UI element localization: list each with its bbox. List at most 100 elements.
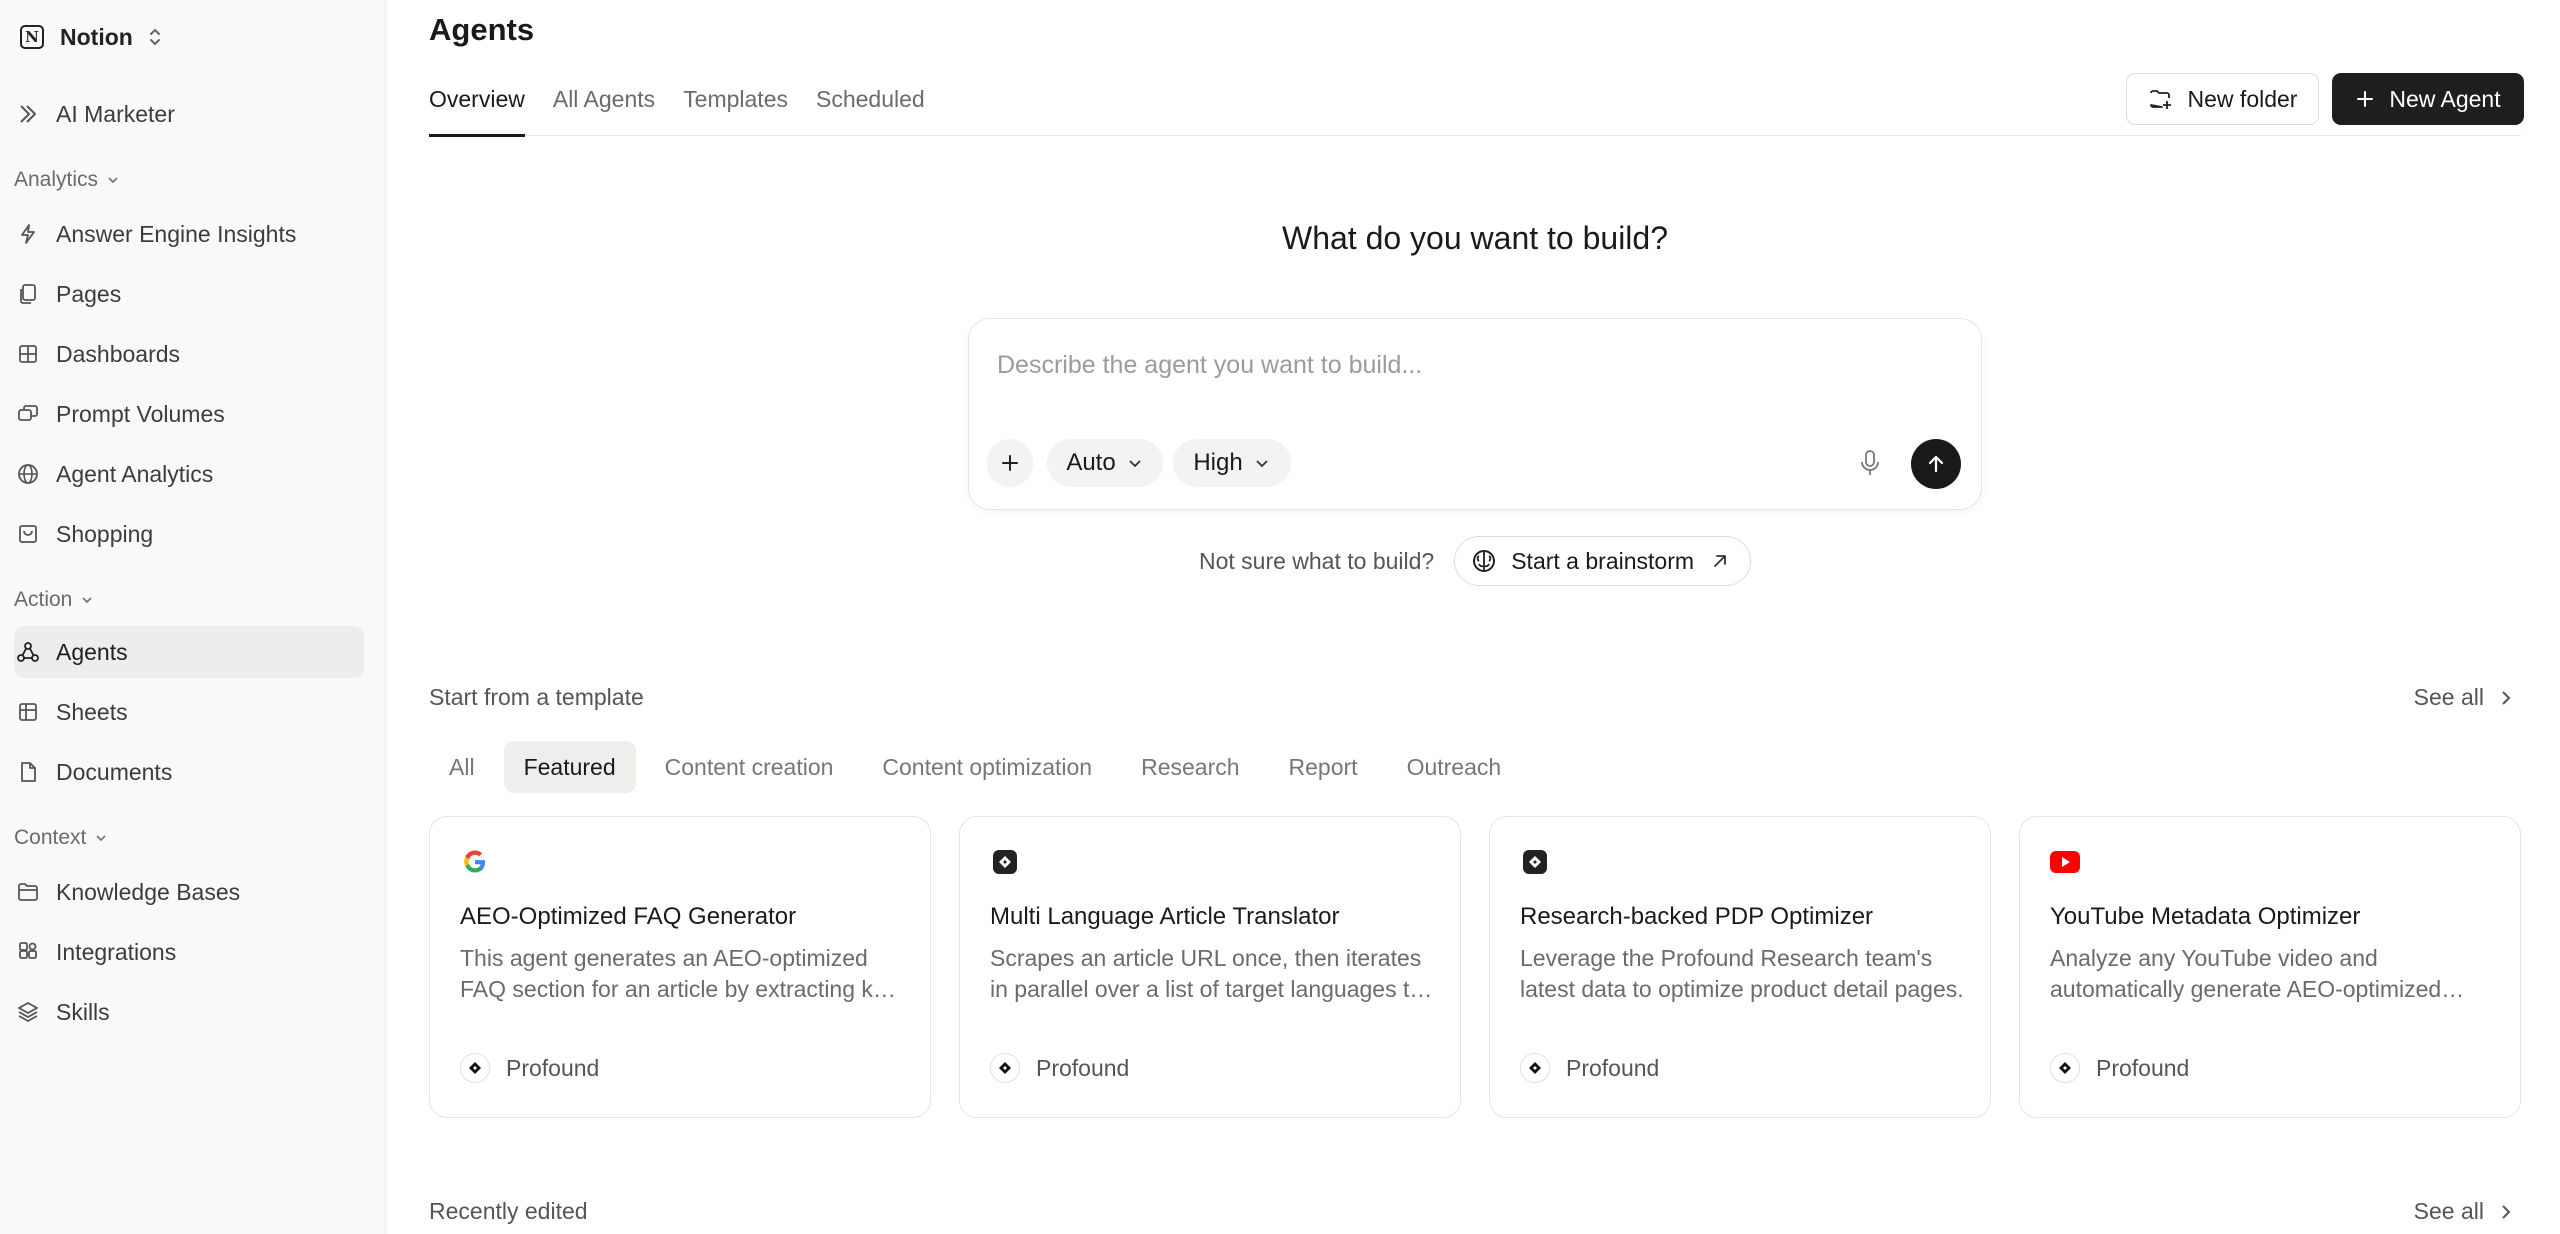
- sidebar-item-label: AI Marketer: [56, 100, 175, 127]
- template-filter-chips: All Featured Content creation Content op…: [429, 741, 1530, 793]
- sidebar-item-knowledge-bases[interactable]: Knowledge Bases: [14, 866, 364, 918]
- filter-chip-all[interactable]: All: [429, 741, 495, 793]
- filter-chip-content-optimization[interactable]: Content optimization: [862, 741, 1112, 793]
- section-header-context[interactable]: Context: [14, 826, 108, 850]
- template-card-title: YouTube Metadata Optimizer: [2050, 903, 2361, 930]
- layers-icon: [14, 998, 42, 1026]
- chat-icon: [14, 400, 42, 428]
- sidebar-item-prompt-volumes[interactable]: Prompt Volumes: [14, 388, 364, 440]
- sidebar-item-label: Skills: [56, 998, 110, 1025]
- filter-chip-research[interactable]: Research: [1121, 741, 1259, 793]
- sidebar-item-ai-marketer[interactable]: AI Marketer: [14, 88, 364, 140]
- effort-select-value: High: [1193, 449, 1243, 476]
- template-card-description: Leverage the Profound Research team's la…: [1520, 945, 1964, 1002]
- profound-icon: [1520, 847, 1550, 877]
- filter-chip-content-creation[interactable]: Content creation: [645, 741, 854, 793]
- folder-plus-icon: [2149, 90, 2171, 109]
- sidebar-item-label: Pages: [56, 280, 122, 307]
- filter-chip-outreach[interactable]: Outreach: [1387, 741, 1522, 793]
- filter-chip-report[interactable]: Report: [1269, 741, 1378, 793]
- start-brainstorm-label: Start a brainstorm: [1511, 547, 1695, 574]
- template-card-title: Research-backed PDP Optimizer: [1520, 903, 1874, 930]
- sidebar-item-skills[interactable]: Skills: [14, 986, 364, 1038]
- template-card[interactable]: Research-backed PDP Optimizer Leverage t…: [1489, 816, 1991, 1118]
- sidebar-item-sheets[interactable]: Sheets: [14, 686, 364, 738]
- section-header-analytics[interactable]: Analytics: [14, 168, 120, 192]
- sidebar-item-pages[interactable]: Pages: [14, 268, 364, 320]
- effort-select[interactable]: High: [1173, 439, 1291, 487]
- author-name: Profound: [506, 1054, 600, 1081]
- chevron-down-icon: [82, 597, 93, 604]
- profound-icon: [1520, 1053, 1550, 1083]
- filter-chip-featured[interactable]: Featured: [503, 741, 636, 793]
- sidebar-item-label: Dashboards: [56, 340, 181, 367]
- templates-see-all-link[interactable]: See all: [2414, 684, 2514, 711]
- sidebar-item-documents[interactable]: Documents: [14, 746, 364, 798]
- template-card-author: Profound: [990, 1053, 1129, 1083]
- chevron-down-icon: [1256, 460, 1268, 468]
- sidebar-item-shopping[interactable]: Shopping: [14, 508, 364, 560]
- sidebar-item-integrations[interactable]: Integrations: [14, 926, 364, 978]
- new-folder-label: New folder: [2187, 85, 2298, 112]
- arrow-up-icon: [1928, 455, 1944, 473]
- author-name: Profound: [1036, 1054, 1130, 1081]
- notion-logo-icon: N: [20, 25, 44, 49]
- send-button[interactable]: [1911, 439, 1961, 489]
- new-agent-label: New Agent: [2389, 85, 2501, 112]
- sidebar-item-agents[interactable]: Agents: [14, 626, 364, 678]
- template-card[interactable]: AEO-Optimized FAQ Generator This agent g…: [429, 816, 931, 1118]
- section-label: Analytics: [14, 168, 99, 191]
- sidebar-item-label: Shopping: [56, 520, 154, 547]
- new-folder-button[interactable]: New folder: [2126, 73, 2319, 125]
- templates-section-title: Start from a template: [429, 684, 644, 710]
- lightning-icon: [14, 220, 42, 248]
- recently-edited-title: Recently edited: [429, 1198, 588, 1224]
- chevron-down-icon: [108, 177, 118, 184]
- agent-composer: Describe the agent you want to build... …: [968, 318, 1982, 510]
- profound-icon: [990, 1053, 1020, 1083]
- youtube-icon: [2050, 847, 2080, 877]
- tab-templates[interactable]: Templates: [683, 80, 788, 136]
- tab-scheduled[interactable]: Scheduled: [816, 80, 925, 136]
- workspace-switcher[interactable]: N Notion: [20, 22, 163, 52]
- agent-description-input[interactable]: Describe the agent you want to build...: [997, 351, 1422, 380]
- builder-heading: What do you want to build?: [1281, 220, 1668, 256]
- author-name: Profound: [2096, 1054, 2190, 1081]
- globe-icon: [14, 460, 42, 488]
- template-card-description: This agent generates an AEO-optimized FA…: [460, 945, 898, 1002]
- sidebar-item-label: Documents: [56, 758, 173, 785]
- chevron-right-icon: [2502, 1204, 2511, 1219]
- sidebar-item-label: Agent Analytics: [56, 460, 214, 487]
- agents-icon: [14, 638, 42, 666]
- sidebar-item-agent-analytics[interactable]: Agent Analytics: [14, 448, 364, 500]
- see-all-label: See all: [2413, 684, 2484, 710]
- template-card-title: Multi Language Article Translator: [990, 903, 1340, 930]
- template-card[interactable]: YouTube Metadata Optimizer Analyze any Y…: [2019, 816, 2521, 1118]
- profound-icon: [14, 100, 42, 128]
- plus-icon: [1002, 455, 1018, 471]
- chevron-down-icon: [96, 835, 107, 842]
- chevron-up-down-icon: [149, 29, 160, 45]
- sidebar-item-answer-engine-insights[interactable]: Answer Engine Insights: [14, 208, 364, 260]
- add-attachment-button[interactable]: [987, 439, 1033, 487]
- profound-icon: [2050, 1053, 2080, 1083]
- start-brainstorm-button[interactable]: Start a brainstorm: [1454, 536, 1752, 586]
- tab-all-agents[interactable]: All Agents: [553, 80, 655, 136]
- brainstorm-question: Not sure what to build?: [1198, 547, 1435, 574]
- profound-icon: [990, 847, 1020, 877]
- sidebar-item-dashboards[interactable]: Dashboards: [14, 328, 364, 380]
- new-agent-button[interactable]: New Agent: [2332, 73, 2524, 125]
- section-header-action[interactable]: Action: [14, 588, 94, 612]
- microphone-icon[interactable]: [1855, 447, 1885, 479]
- tab-overview[interactable]: Overview: [429, 80, 525, 137]
- sidebar-item-label: Sheets: [56, 698, 128, 725]
- recent-see-all-link[interactable]: See all: [2414, 1198, 2514, 1225]
- section-label: Action: [14, 588, 73, 611]
- workspace-name: Notion: [60, 23, 133, 50]
- arrow-up-right-icon: [1714, 555, 1726, 567]
- model-select[interactable]: Auto: [1047, 439, 1163, 487]
- brainstorm-row: Not sure what to build? Start a brainsto…: [386, 536, 2560, 586]
- sidebar-item-label: Integrations: [56, 938, 177, 965]
- template-card[interactable]: Multi Language Article Translator Scrape…: [959, 816, 1461, 1118]
- folder-icon: [14, 878, 42, 906]
